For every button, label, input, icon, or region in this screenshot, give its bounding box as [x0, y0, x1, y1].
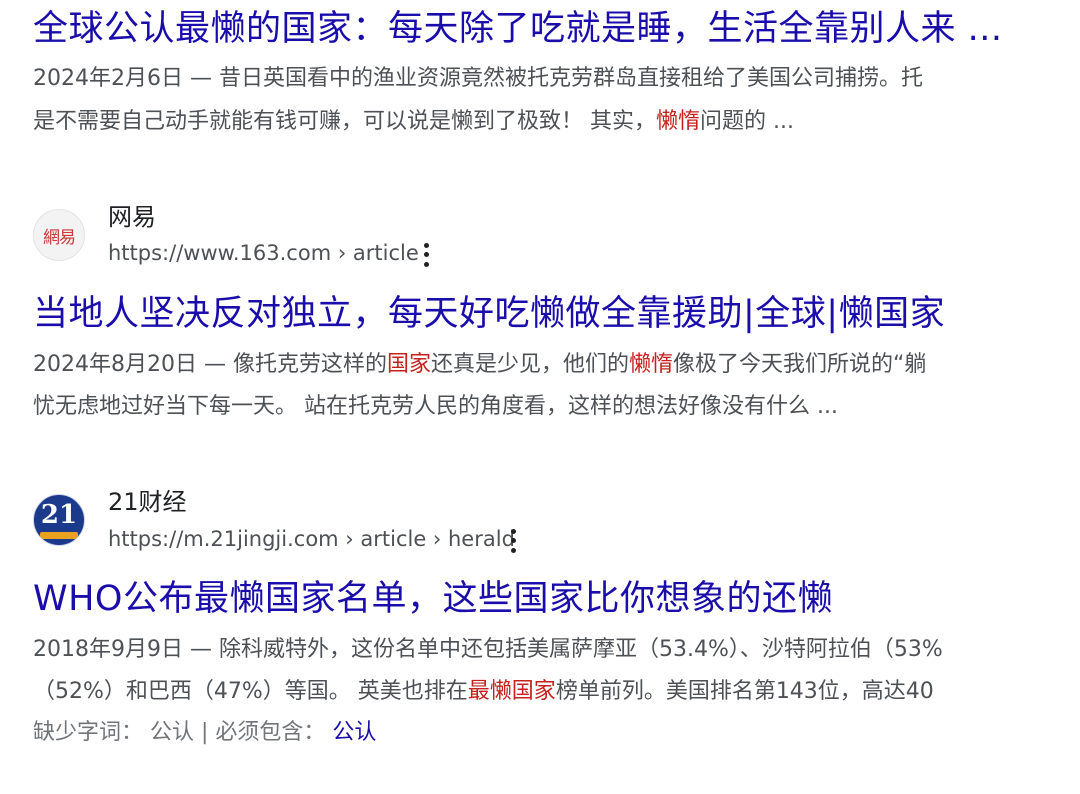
result-title-link[interactable]: 全球公认最懒的国家：每天除了吃就是睡，生活全靠别人来 ... [33, 6, 1003, 52]
snippet-text: 榜单前列。美国排名第143位，高达40 [555, 679, 934, 704]
result-url[interactable]: https://www.163.com › article [108, 239, 419, 267]
must-include-link[interactable]: 公认 [332, 720, 376, 745]
snippet-text: 还真是少见，他们的 [430, 352, 629, 377]
netease-favicon-icon: 網易 [33, 209, 85, 261]
site-name[interactable]: 21财经 [108, 487, 187, 517]
missing-terms-label: 缺少字词： 公认 | 必须包含： [33, 720, 326, 745]
more-options-icon[interactable] [507, 527, 519, 555]
snippet-text: （52%）和巴西（47%）等国。 英美也排在 [33, 679, 468, 704]
snippet-highlight: 懒惰 [629, 352, 674, 377]
snippet-highlight: 最懒国家 [467, 679, 556, 704]
snippet-text: 2024年8月20日 — 像托克劳这样的 [33, 352, 387, 377]
favicon-band [40, 532, 78, 539]
site-name[interactable]: 网易 [108, 202, 156, 232]
missing-terms-row: 缺少字词： 公认 | 必须包含： 公认 [33, 719, 376, 746]
result-snippet-line: 忧无虑地过好当下每一天。 站在托克劳人民的角度看，这样的想法好像没有什么 ... [33, 394, 838, 419]
favicon-number: 21 [40, 500, 78, 530]
more-options-icon[interactable] [420, 241, 432, 269]
snippet-text: 问题的 ... [700, 109, 794, 134]
snippet-text: 是不需要自己动手就能有钱可赚，可以说是懒到了极致！ 其实， [33, 109, 656, 134]
result-url[interactable]: https://m.21jingji.com › article › heral… [108, 525, 515, 553]
result-snippet-line: 2018年9月9日 — 除科威特外，这份名单中还包括美属萨摩亚（53.4%）、沙… [33, 637, 943, 662]
snippet-highlight: 国家 [386, 352, 431, 377]
result-snippet-line: 是不需要自己动手就能有钱可赚，可以说是懒到了极致！ 其实，懒惰问题的 ... [33, 108, 794, 135]
result-snippet-line: 2024年2月6日 — 昔日英国看中的渔业资源竟然被托克劳群岛直接租给了美国公司… [33, 66, 923, 91]
result-title-link[interactable]: WHO公布最懒国家名单，这些国家比你想象的还懒 [33, 576, 833, 622]
result-snippet-line: 2024年8月20日 — 像托克劳这样的国家还真是少见，他们的懒惰像极了今天我们… [33, 351, 926, 378]
result-title-link[interactable]: 当地人坚决反对独立，每天好吃懒做全靠援助|全球|懒国家 [33, 291, 945, 337]
snippet-highlight: 懒惰 [656, 109, 701, 134]
21jingji-favicon-icon: 21 [33, 494, 85, 546]
snippet-text: 像极了今天我们所说的“躺 [673, 352, 927, 377]
result-snippet-line: （52%）和巴西（47%）等国。 英美也排在最懒国家榜单前列。美国排名第143位… [33, 678, 934, 705]
